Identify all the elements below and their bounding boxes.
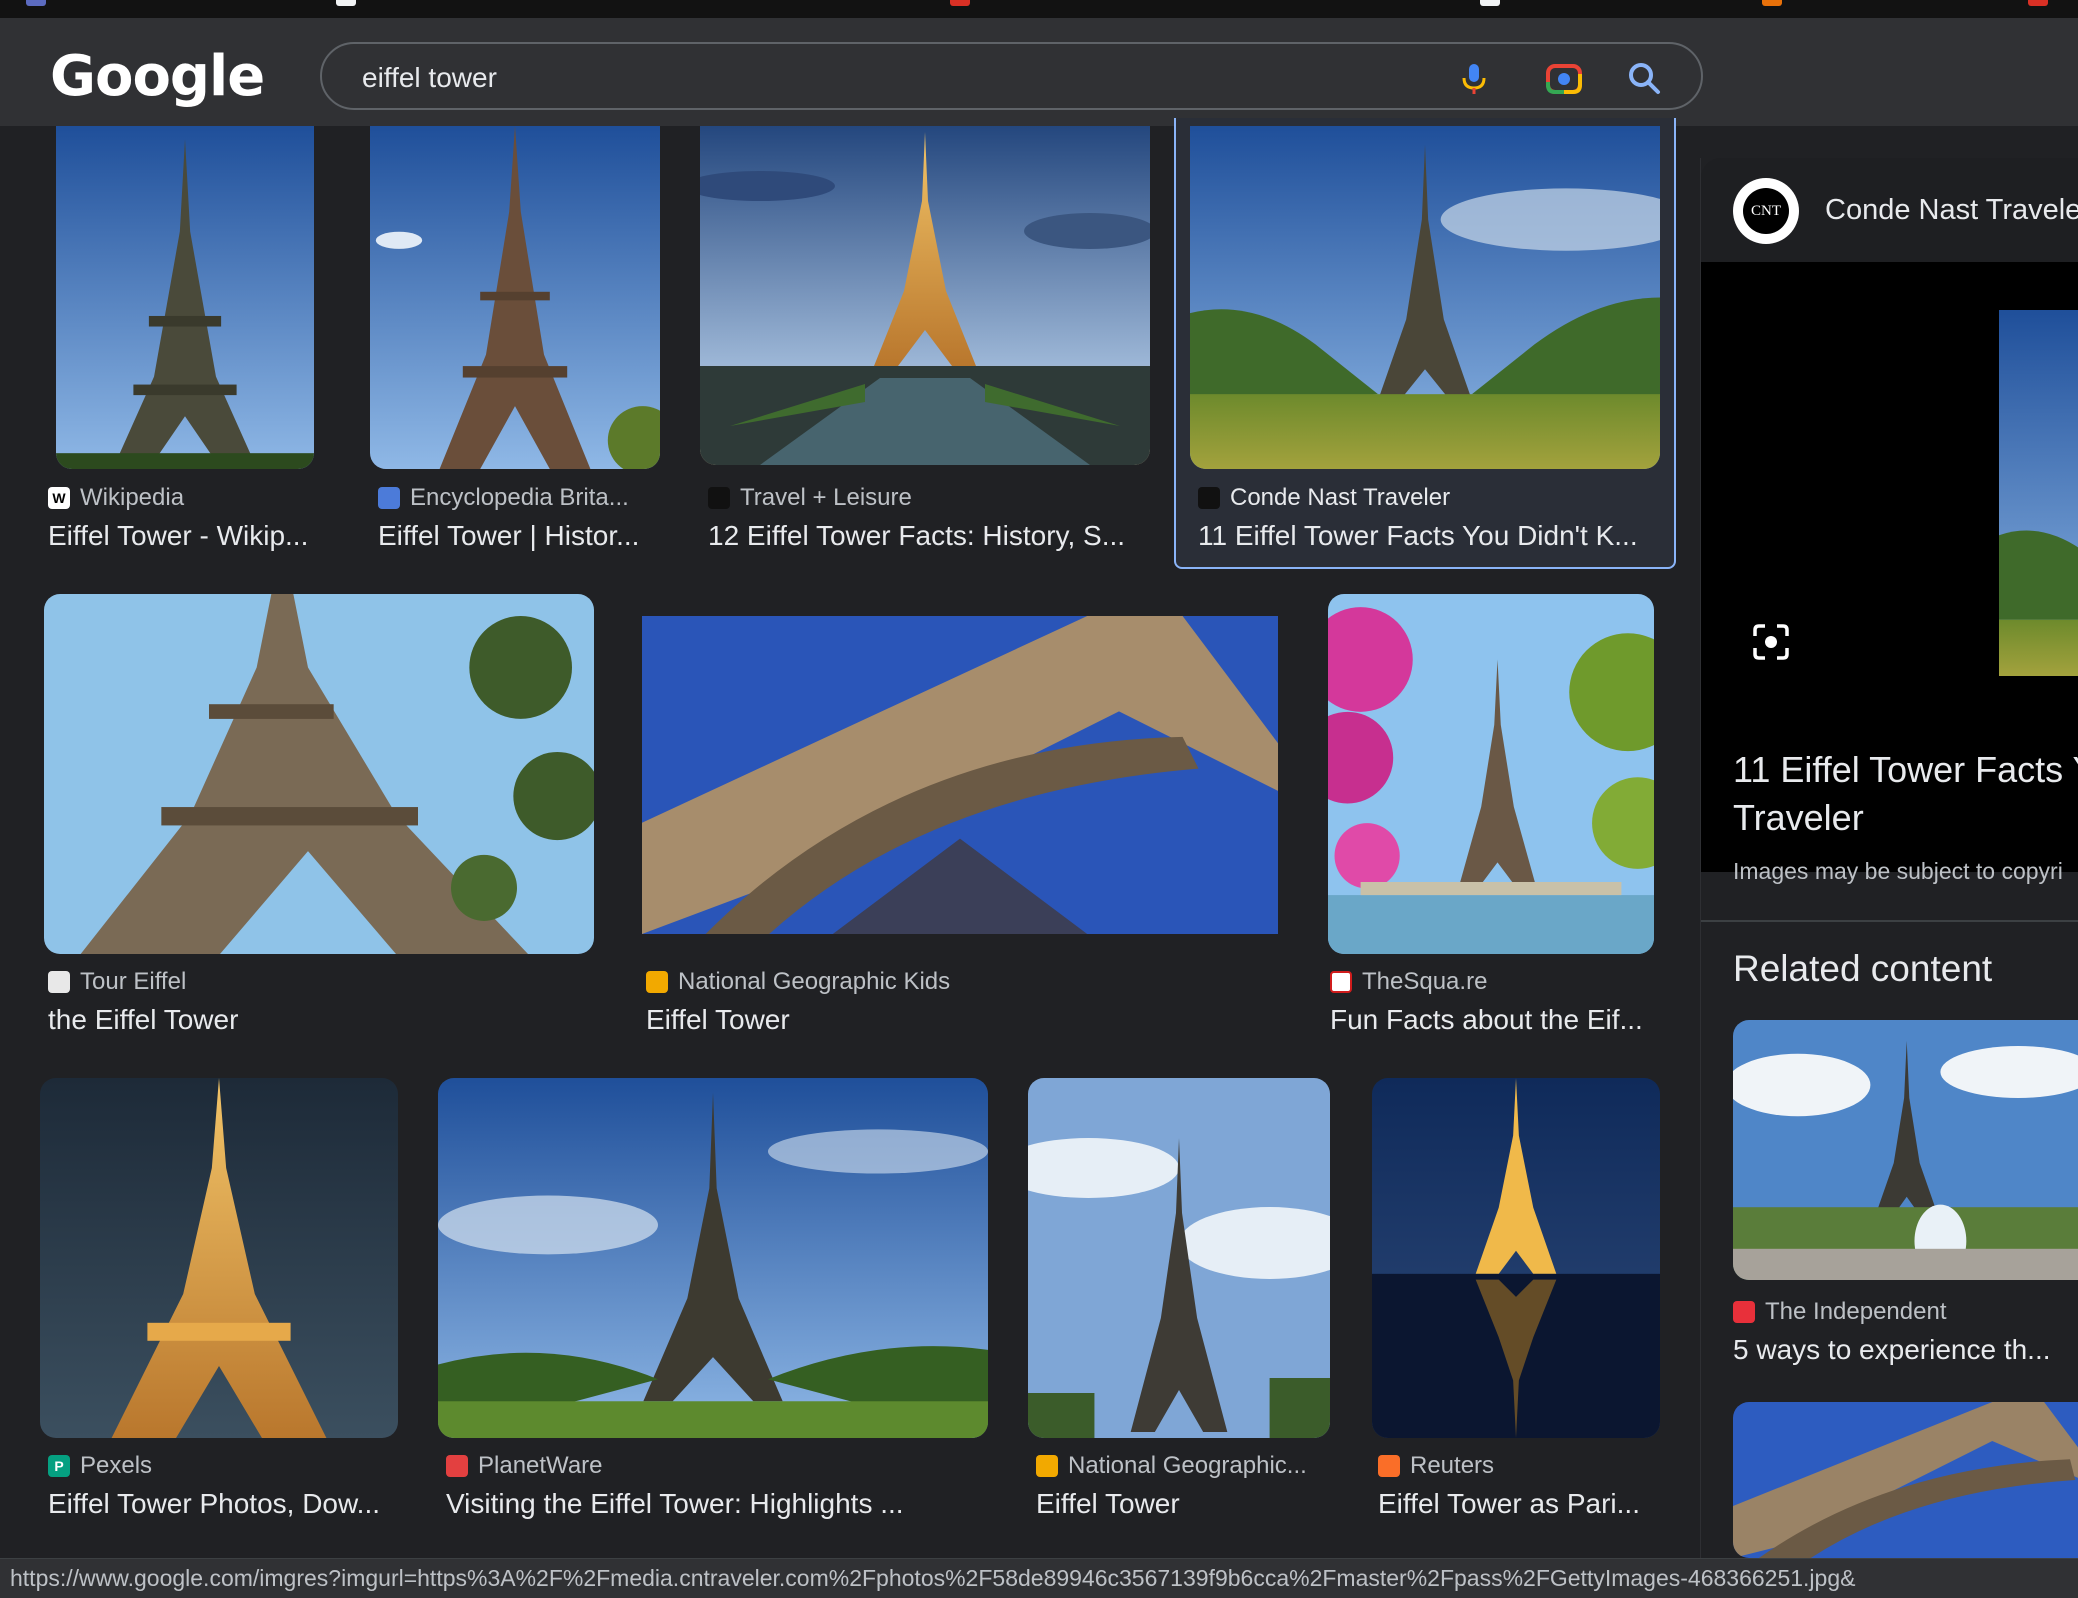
microphone-icon[interactable] xyxy=(1454,58,1494,98)
natgeo-kids-favicon-icon xyxy=(646,971,668,993)
result-title[interactable]: the Eiffel Tower xyxy=(48,1004,588,1036)
result-title[interactable]: Fun Facts about the Eif... xyxy=(1330,1004,1660,1036)
result-image-11[interactable] xyxy=(1372,1078,1660,1438)
related-source[interactable]: The Independent xyxy=(1733,1298,1947,1326)
natgeo-favicon-icon xyxy=(1036,1455,1058,1477)
result-image-2[interactable] xyxy=(370,126,660,469)
cnt-logo-text: CNT xyxy=(1743,188,1789,234)
panel-divider xyxy=(1701,920,2078,922)
result-source[interactable]: National Geographic Kids xyxy=(646,968,950,996)
panel-header: CNT Conde Nast Traveler xyxy=(1701,158,2078,262)
result-image-8[interactable] xyxy=(40,1078,398,1438)
independent-favicon-icon xyxy=(1733,1301,1755,1323)
result-title[interactable]: 11 Eiffel Tower Facts You Didn't K... xyxy=(1198,520,1658,552)
tab-favicon[interactable] xyxy=(1762,0,1782,6)
result-title[interactable]: Eiffel Tower Photos, Dow... xyxy=(48,1488,408,1520)
pexels-favicon-icon: P xyxy=(48,1455,70,1477)
google-lens-icon[interactable] xyxy=(1544,58,1584,98)
cnt-favicon-icon xyxy=(1198,487,1220,509)
result-image-7[interactable] xyxy=(1328,594,1654,954)
search-box[interactable]: eiffel tower xyxy=(320,42,1703,110)
result-image-3[interactable] xyxy=(700,126,1150,465)
planetware-favicon-icon xyxy=(446,1455,468,1477)
result-source-label: PlanetWare xyxy=(478,1452,603,1479)
result-source[interactable]: PlanetWare xyxy=(446,1452,603,1480)
result-source-label: Encyclopedia Brita... xyxy=(410,484,629,511)
result-source[interactable]: Reuters xyxy=(1378,1452,1494,1480)
tab-favicon[interactable] xyxy=(950,0,970,6)
result-title[interactable]: Eiffel Tower xyxy=(1036,1488,1336,1520)
result-source-label: Pexels xyxy=(80,1452,153,1479)
result-source-label: National Geographic Kids xyxy=(678,968,951,995)
result-source[interactable]: TheSqua.re xyxy=(1330,968,1487,996)
search-header: Google eiffel tower xyxy=(0,18,2078,126)
result-title[interactable]: Eiffel Tower | Histor... xyxy=(378,520,668,552)
result-source-label: Tour Eiffel xyxy=(80,968,187,995)
preview-image[interactable] xyxy=(1999,310,2078,676)
panel-title[interactable]: 11 Eiffel Tower Facts Yo Traveler xyxy=(1733,746,2078,842)
result-source[interactable]: Encyclopedia Brita... xyxy=(378,484,629,512)
browser-tab-strip xyxy=(0,0,2078,18)
copyright-notice[interactable]: Images may be subject to copyri xyxy=(1733,858,2063,885)
result-image-9[interactable] xyxy=(438,1078,988,1438)
result-image-5[interactable] xyxy=(44,594,594,954)
reuters-favicon-icon xyxy=(1378,1455,1400,1477)
lens-search-icon[interactable] xyxy=(1751,622,1791,662)
tab-favicon[interactable] xyxy=(336,0,356,6)
britannica-favicon-icon xyxy=(378,487,400,509)
result-source-label: Travel + Leisure xyxy=(740,484,912,511)
panel-source-name[interactable]: Conde Nast Traveler xyxy=(1825,194,2078,227)
travel-leisure-favicon-icon xyxy=(708,487,730,509)
result-title[interactable]: Eiffel Tower as Pari... xyxy=(1378,1488,1668,1520)
result-source[interactable]: Conde Nast Traveler xyxy=(1198,484,1450,512)
search-input[interactable]: eiffel tower xyxy=(362,62,497,94)
google-logo[interactable]: Google xyxy=(50,44,265,109)
result-source-label: Wikipedia xyxy=(80,484,185,511)
result-source-label: Reuters xyxy=(1410,1452,1495,1479)
result-source[interactable]: W Wikipedia xyxy=(48,484,184,512)
result-image-10[interactable] xyxy=(1028,1078,1330,1438)
status-bar: https://www.google.com/imgres?imgurl=htt… xyxy=(0,1558,2078,1598)
search-icon[interactable] xyxy=(1624,58,1664,98)
result-image-4[interactable] xyxy=(1190,126,1660,469)
panel-title-line-1: 11 Eiffel Tower Facts Yo xyxy=(1733,749,2078,790)
result-title[interactable]: Visiting the Eiffel Tower: Highlights ..… xyxy=(446,1488,986,1520)
result-source-label: Conde Nast Traveler xyxy=(1230,484,1451,511)
tour-eiffel-favicon-icon xyxy=(48,971,70,993)
tab-favicon[interactable] xyxy=(26,0,46,6)
result-source-label: National Geographic... xyxy=(1068,1452,1307,1479)
result-title[interactable]: Eiffel Tower - Wikip... xyxy=(48,520,348,552)
related-content-heading: Related content xyxy=(1733,948,1993,989)
tab-favicon[interactable] xyxy=(1480,0,1500,6)
panel-title-line-2: Traveler xyxy=(1733,797,1864,838)
related-source-label: The Independent xyxy=(1765,1298,1947,1325)
related-image-1[interactable] xyxy=(1733,1020,2078,1280)
related-image-2[interactable] xyxy=(1733,1402,2078,1558)
related-title[interactable]: 5 ways to experience th... xyxy=(1733,1334,2078,1366)
result-title[interactable]: Eiffel Tower xyxy=(646,1004,1266,1036)
cnt-logo[interactable]: CNT xyxy=(1733,178,1799,244)
status-url: https://www.google.com/imgres?imgurl=htt… xyxy=(10,1565,1856,1591)
result-image-6[interactable] xyxy=(642,616,1278,934)
image-preview-panel: CNT Conde Nast Traveler 11 Eiffel Tower … xyxy=(1700,158,2078,1558)
result-source[interactable]: Travel + Leisure xyxy=(708,484,912,512)
result-image-1[interactable] xyxy=(56,126,314,469)
result-source[interactable]: Tour Eiffel xyxy=(48,968,186,996)
thesquare-favicon-icon xyxy=(1330,971,1352,993)
result-source-label: TheSqua.re xyxy=(1362,968,1488,995)
result-source[interactable]: National Geographic... xyxy=(1036,1452,1307,1480)
tab-favicon[interactable] xyxy=(2028,0,2048,6)
result-source[interactable]: P Pexels xyxy=(48,1452,152,1480)
wikipedia-favicon-icon: W xyxy=(48,487,70,509)
result-title[interactable]: 12 Eiffel Tower Facts: History, S... xyxy=(708,520,1148,552)
